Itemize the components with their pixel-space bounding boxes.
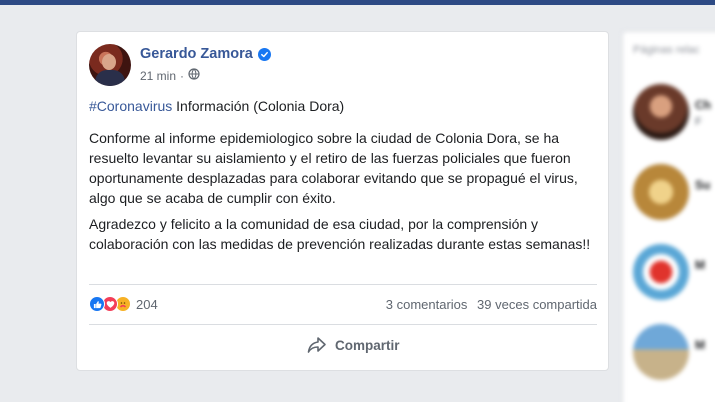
public-globe-icon[interactable] [188,68,200,83]
headline-text: Información (Colonia Dora) [172,98,345,114]
related-page-item[interactable]: M [633,324,715,384]
related-page-avatar [633,324,689,380]
related-pages-sidebar: Páginas relac Ch F Su M M [622,31,715,402]
shares-count-link[interactable]: 39 veces compartida [477,297,597,312]
author-avatar[interactable] [89,44,131,86]
post-timestamp[interactable]: 21 min [140,69,176,83]
reactions-summary[interactable]: 204 [89,296,158,312]
stats-divider-top [89,284,597,285]
related-page-avatar [633,84,689,140]
related-page-name: Su [695,178,711,192]
post-paragraph-2: Agradezco y felicito a la comunidad de e… [89,216,591,252]
facebook-post-card: Gerardo Zamora 21 min · #Coronavirus Inf… [76,31,609,371]
post-headline: #Coronavirus Información (Colonia Dora) [89,96,599,116]
related-page-avatar [633,164,689,220]
share-button-label: Compartir [335,337,400,353]
post-stats: 204 3 comentarios 39 veces compartida [89,294,597,314]
post-body: #Coronavirus Información (Colonia Dora) … [89,96,599,260]
top-navigation-bar [0,0,715,5]
related-page-avatar [633,244,689,300]
verified-badge-icon [257,47,271,61]
related-page-name: Ch [695,98,711,112]
related-page-item[interactable]: Ch F [633,84,715,144]
author-row: Gerardo Zamora [140,46,271,62]
post-paragraph-1: Conforme al informe epidemiologico sobre… [89,130,578,206]
comments-count-link[interactable]: 3 comentarios [386,297,468,312]
avatar-body [95,70,125,86]
author-name-link[interactable]: Gerardo Zamora [140,46,253,62]
related-page-name: M [695,338,705,352]
post-meta: 21 min · [140,68,200,83]
sidebar-title: Páginas relac [633,44,700,56]
related-page-name: M [695,258,705,272]
related-page-item[interactable]: Su [633,164,715,224]
reaction-count: 204 [136,296,158,312]
share-button[interactable]: Compartir [307,336,400,354]
engagement-counts: 3 comentarios 39 veces compartida [380,297,597,312]
meta-separator: · [180,68,185,83]
related-page-item[interactable]: M [633,244,715,304]
like-icon [89,296,105,312]
related-page-sub: F [695,116,702,128]
actions-divider [89,324,597,325]
avatar-face [102,54,116,70]
share-arrow-icon [307,337,326,353]
hashtag-link[interactable]: #Coronavirus [89,98,172,114]
